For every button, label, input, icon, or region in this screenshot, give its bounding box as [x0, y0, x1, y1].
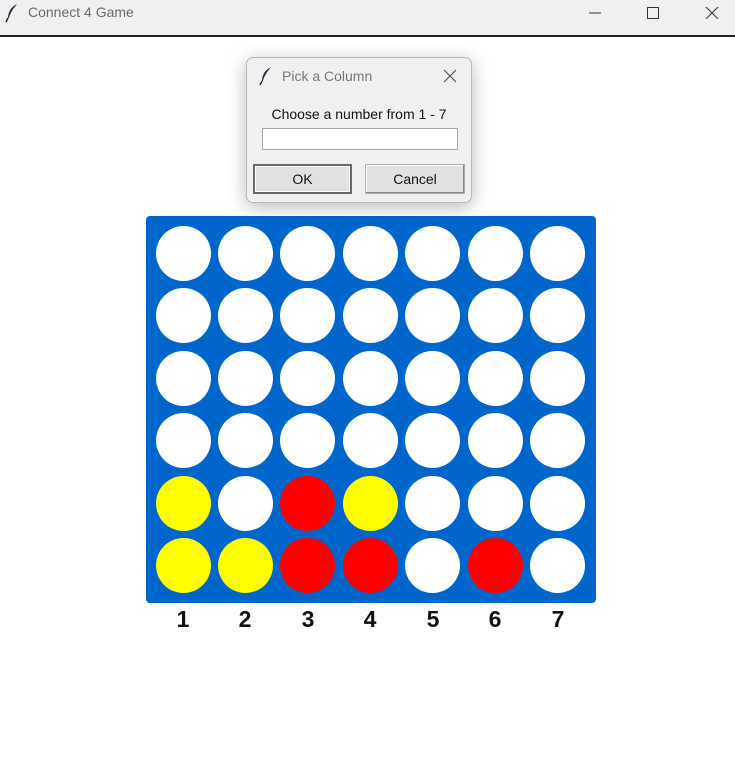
ok-button[interactable]: OK	[253, 164, 352, 194]
empty-slot	[405, 538, 460, 593]
empty-slot	[280, 226, 335, 281]
red-disc	[468, 538, 523, 593]
empty-slot	[156, 351, 211, 406]
column-label: 1	[176, 606, 190, 632]
empty-slot	[468, 226, 523, 281]
minimize-icon	[589, 12, 601, 14]
empty-slot	[468, 413, 523, 468]
column-label: 5	[426, 606, 440, 632]
empty-slot	[530, 413, 585, 468]
cancel-button[interactable]: Cancel	[365, 164, 465, 194]
empty-slot	[530, 476, 585, 531]
feather-icon	[259, 67, 271, 86]
column-input[interactable]	[262, 128, 458, 150]
empty-slot	[405, 413, 460, 468]
empty-slot	[405, 351, 460, 406]
empty-slot	[343, 288, 398, 343]
title-bar: Connect 4 Game	[0, 0, 735, 37]
window-title: Connect 4 Game	[28, 4, 134, 20]
game-board	[146, 216, 596, 603]
column-label: 3	[301, 606, 315, 632]
empty-slot	[405, 288, 460, 343]
yellow-disc	[343, 476, 398, 531]
yellow-disc	[218, 538, 273, 593]
empty-slot	[156, 413, 211, 468]
red-disc	[280, 538, 335, 593]
empty-slot	[405, 476, 460, 531]
empty-slot	[343, 413, 398, 468]
empty-slot	[468, 351, 523, 406]
column-label: 4	[363, 606, 377, 632]
empty-slot	[280, 288, 335, 343]
red-disc	[343, 538, 398, 593]
dialog-close-icon[interactable]	[443, 69, 457, 83]
empty-slot	[218, 288, 273, 343]
column-label: 6	[488, 606, 502, 632]
dialog-title: Pick a Column	[282, 68, 373, 84]
empty-slot	[405, 226, 460, 281]
empty-slot	[218, 351, 273, 406]
red-disc	[280, 476, 335, 531]
yellow-disc	[156, 476, 211, 531]
maximize-button[interactable]	[638, 2, 668, 24]
empty-slot	[156, 288, 211, 343]
empty-slot	[156, 226, 211, 281]
empty-slot	[280, 351, 335, 406]
empty-slot	[530, 288, 585, 343]
empty-slot	[218, 226, 273, 281]
empty-slot	[530, 538, 585, 593]
minimize-button[interactable]	[580, 2, 610, 24]
empty-slot	[218, 476, 273, 531]
maximize-icon	[647, 7, 659, 19]
dialog-prompt: Choose a number from 1 - 7	[271, 106, 447, 122]
empty-slot	[530, 351, 585, 406]
empty-slot	[280, 413, 335, 468]
empty-slot	[468, 476, 523, 531]
column-label: 7	[551, 606, 565, 632]
empty-slot	[468, 288, 523, 343]
close-icon	[705, 7, 719, 19]
empty-slot	[343, 351, 398, 406]
empty-slot	[343, 226, 398, 281]
feather-icon	[5, 4, 17, 23]
column-label: 2	[238, 606, 252, 632]
yellow-disc	[156, 538, 211, 593]
empty-slot	[530, 226, 585, 281]
pick-column-dialog: Pick a Column Choose a number from 1 - 7…	[246, 57, 472, 203]
close-button[interactable]	[697, 2, 727, 24]
empty-slot	[218, 413, 273, 468]
